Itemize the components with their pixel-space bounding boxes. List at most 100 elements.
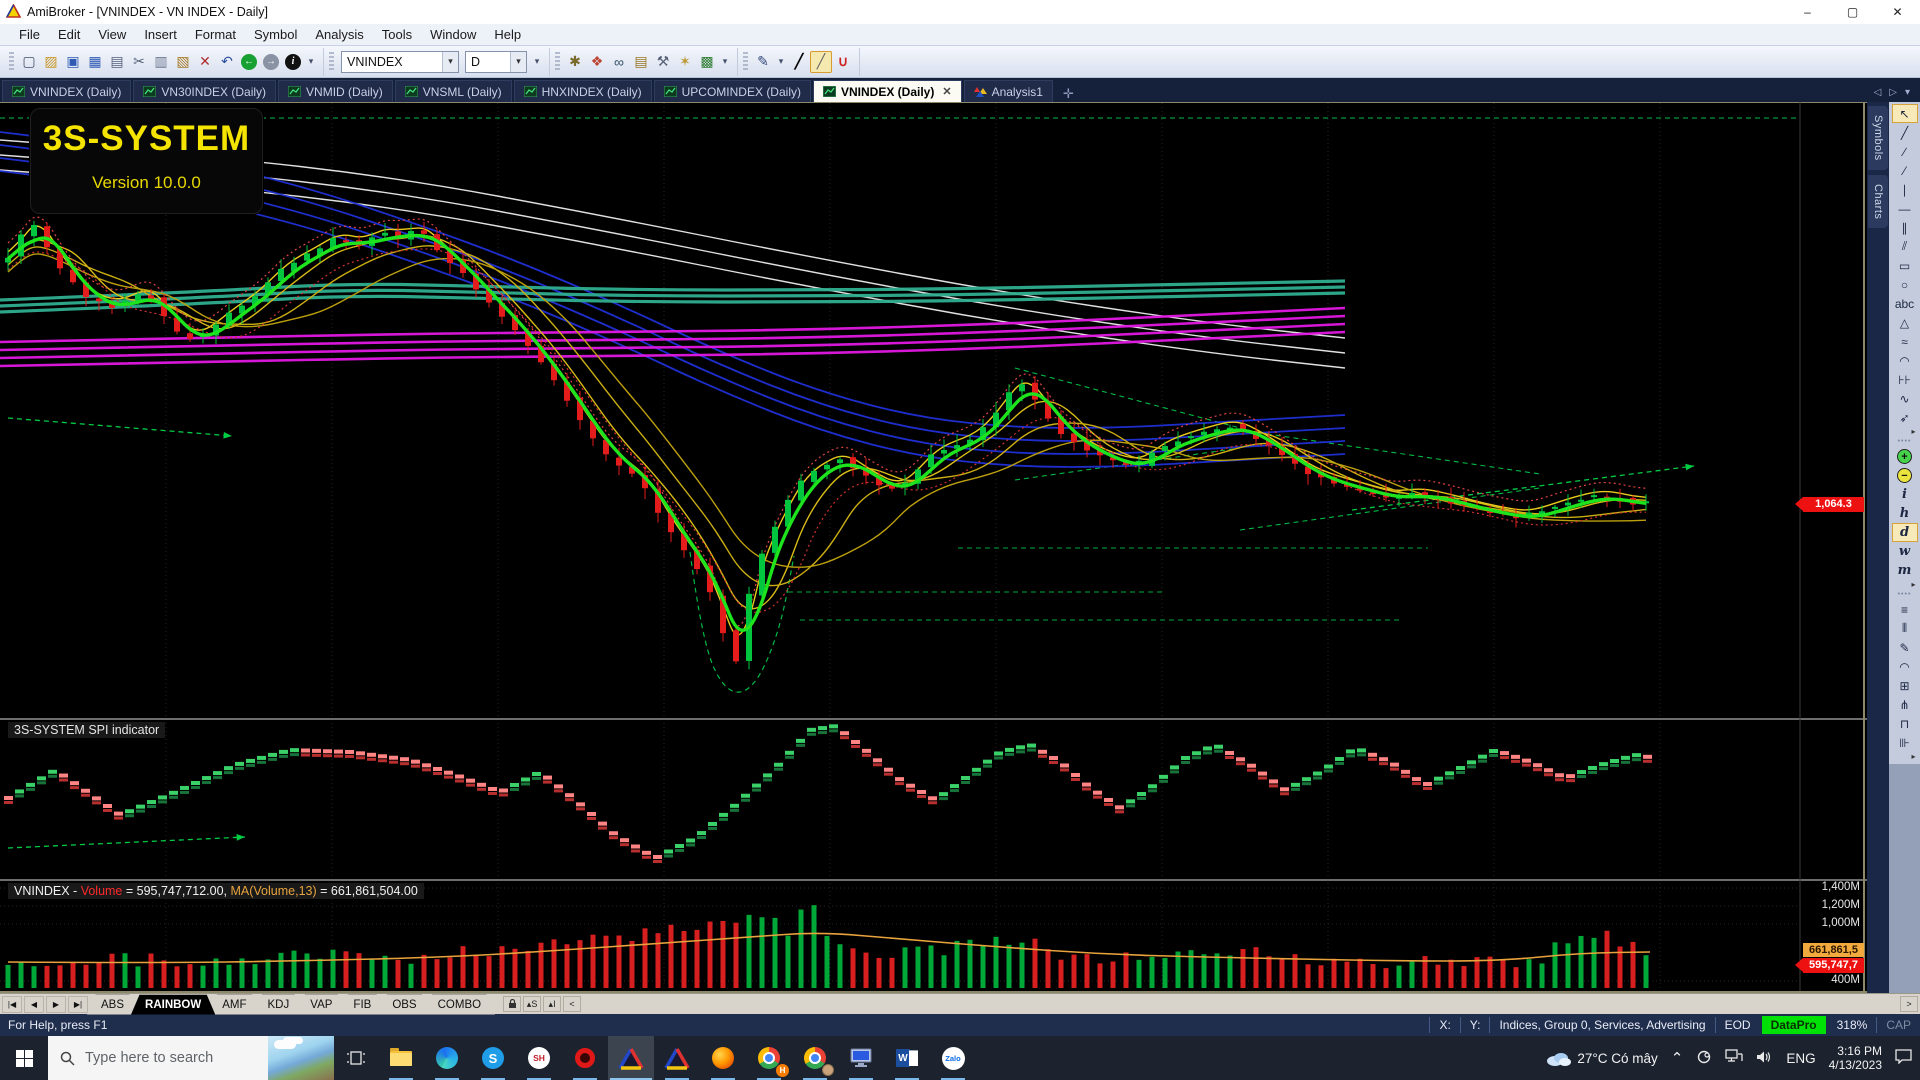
arc-tool-icon[interactable]: ◠ xyxy=(1892,351,1918,370)
minimize-button[interactable]: – xyxy=(1785,0,1830,24)
sheet-tab[interactable]: FIB xyxy=(339,994,385,1015)
magnet-snap-button[interactable]: ∪ xyxy=(832,51,854,73)
taskbar-chrome-h[interactable]: H xyxy=(746,1036,792,1080)
sheet-tab[interactable]: COMBO xyxy=(424,994,495,1015)
menu-item[interactable]: File xyxy=(10,24,49,46)
interval-combobox[interactable]: D ▾ xyxy=(465,51,527,73)
toolbar-grip[interactable] xyxy=(329,52,334,72)
chevron-down-icon[interactable]: ▾ xyxy=(510,52,526,72)
save-icon[interactable]: ▣ xyxy=(62,51,84,73)
cycle-lines-tool-icon[interactable]: ⊪ xyxy=(1892,733,1918,752)
chart-tab[interactable]: VNSML (Daily) ✕ xyxy=(395,80,512,102)
chart-tab[interactable]: VN30INDEX (Daily) ✕ xyxy=(133,80,276,102)
menu-item[interactable]: Symbol xyxy=(245,24,306,46)
text-tool-icon[interactable]: abc xyxy=(1892,294,1918,313)
menu-item[interactable]: Analysis xyxy=(306,24,372,46)
taskbar-zalo[interactable]: Zalo xyxy=(930,1036,976,1080)
taskbar-file-explorer[interactable] xyxy=(378,1036,424,1080)
sheet-first-button[interactable]: |◀ xyxy=(2,996,22,1013)
gann-box-tool-icon[interactable]: ⊓ xyxy=(1892,714,1918,733)
toolbar-grip[interactable]: •••• xyxy=(1898,592,1912,600)
sheet-last-button[interactable]: ▶| xyxy=(68,996,88,1013)
view-glasses-icon[interactable]: ∞ xyxy=(608,51,630,73)
taskbar-edge[interactable] xyxy=(424,1036,470,1080)
menu-item[interactable]: Window xyxy=(421,24,485,46)
pitchfork-tool-icon[interactable]: ⫽ xyxy=(1892,237,1918,256)
toolbar-overflow-button[interactable]: ▾ xyxy=(530,51,544,73)
pencil-dropdown-button[interactable]: ▾ xyxy=(774,51,788,73)
triangle-tool-icon[interactable]: △ xyxy=(1892,313,1918,332)
toolbar-grip[interactable] xyxy=(555,52,560,72)
extended-line-tool-icon[interactable]: ⁄ xyxy=(1892,161,1918,180)
print-icon[interactable]: ▤ xyxy=(106,51,128,73)
sheet-tab[interactable]: AMF xyxy=(208,994,260,1015)
arrow-marker-tool-icon[interactable]: ➶ xyxy=(1892,408,1918,427)
save-all-icon[interactable]: ▦ xyxy=(84,51,106,73)
cut-icon[interactable]: ✂ xyxy=(128,51,150,73)
pointer-tool-icon[interactable]: ↖ xyxy=(1892,104,1918,123)
pencil-draw-button[interactable]: ✎ xyxy=(752,51,774,73)
delete-icon[interactable]: ✕ xyxy=(194,51,216,73)
dotted-line-tool-button[interactable]: ╱ xyxy=(810,51,832,73)
parameters-icon[interactable]: ✱ xyxy=(564,51,586,73)
wand-icon[interactable]: ✶ xyxy=(674,51,696,73)
insert-section-button[interactable]: ▴S xyxy=(523,996,541,1012)
chart-tab[interactable]: Analysis1 ✕ xyxy=(964,80,1053,102)
taskbar-remote-desktop[interactable] xyxy=(838,1036,884,1080)
action-center-button[interactable] xyxy=(1895,1049,1912,1067)
new-file-icon[interactable]: ▢ xyxy=(18,51,40,73)
task-view-button[interactable] xyxy=(334,1036,378,1080)
ray-tool-icon[interactable]: ∕ xyxy=(1892,142,1918,161)
chart-image-icon[interactable]: ▩ xyxy=(696,51,718,73)
volume-icon[interactable] xyxy=(1756,1050,1773,1067)
weather-status[interactable]: 27°C Có mây xyxy=(1545,1050,1657,1066)
menu-item[interactable]: Insert xyxy=(135,24,186,46)
toolbar-overflow-button[interactable]: ▾ xyxy=(304,51,318,73)
search-input[interactable]: Type here to search xyxy=(48,1036,334,1080)
chart-tab[interactable]: VNMID (Daily) ✕ xyxy=(278,80,393,102)
taskbar-chrome-profile[interactable] xyxy=(792,1036,838,1080)
close-button[interactable]: ✕ xyxy=(1875,0,1920,24)
sheet-tab[interactable]: OBS xyxy=(378,994,430,1015)
interval-intraday-button[interactable]: i xyxy=(1892,485,1918,504)
tray-expand-button[interactable]: ⌃ xyxy=(1671,1049,1684,1067)
tab-menu-button[interactable]: ▾ xyxy=(1905,87,1910,98)
fib-levels-tool-icon[interactable]: ≡ xyxy=(1892,600,1918,619)
toolbar-overflow-button[interactable]: ▾ xyxy=(718,51,732,73)
interval-weekly-button[interactable]: w xyxy=(1892,542,1918,561)
parallel-lines-tool-icon[interactable]: ∥ xyxy=(1892,218,1918,237)
toolbar-grip[interactable] xyxy=(743,52,748,72)
sheet-tab[interactable]: RAINBOW xyxy=(131,994,215,1015)
clock[interactable]: 3:16 PM 4/13/2023 xyxy=(1829,1044,1882,1072)
taskbar-firefox[interactable] xyxy=(700,1036,746,1080)
sheet-tab[interactable]: KDJ xyxy=(254,994,304,1015)
sheet-next-button[interactable]: ▶ xyxy=(46,996,66,1013)
taskbar-amibroker-active[interactable] xyxy=(608,1036,654,1080)
back-button[interactable]: ← xyxy=(238,51,260,73)
solid-line-tool-button[interactable]: ╱ xyxy=(788,51,810,73)
sidebar-tab-symbols[interactable]: Symbols xyxy=(1868,106,1888,170)
ellipse-tool-icon[interactable]: ○ xyxy=(1892,275,1918,294)
chart-tab[interactable]: VNINDEX (Daily) ✕ xyxy=(2,80,131,102)
copy-icon[interactable]: ▥ xyxy=(150,51,172,73)
horizontal-segment-tool-icon[interactable]: — xyxy=(1892,199,1918,218)
lock-sheet-button[interactable] xyxy=(503,996,521,1012)
taskbar-amibroker-2[interactable] xyxy=(654,1036,700,1080)
insert-indicator-button[interactable]: ▴I xyxy=(543,996,561,1012)
rectangle-tool-icon[interactable]: ▭ xyxy=(1892,256,1918,275)
taskbar-word[interactable]: W xyxy=(884,1036,930,1080)
sheet-tab[interactable]: ABS xyxy=(87,994,138,1015)
zoom-in-button[interactable]: + xyxy=(1892,447,1918,466)
sheet-tab[interactable]: VAP xyxy=(296,994,346,1015)
taskbar-ssi[interactable]: SH xyxy=(516,1036,562,1080)
language-indicator[interactable]: ENG xyxy=(1786,1051,1815,1066)
fib-timezone-tool-icon[interactable]: ⦀ xyxy=(1892,619,1918,638)
notes-icon[interactable]: ▤ xyxy=(630,51,652,73)
start-button[interactable] xyxy=(0,1036,48,1080)
interval-hourly-button[interactable]: h xyxy=(1892,504,1918,523)
onedrive-icon[interactable] xyxy=(1696,1050,1712,1067)
toolbar-expand-button[interactable]: ▸ xyxy=(1892,752,1918,764)
draw-pencil-tool-icon[interactable]: ✎ xyxy=(1892,638,1918,657)
chart-tab[interactable]: VNINDEX (Daily) ✕ xyxy=(813,80,962,102)
fib-grid-tool-icon[interactable]: ⊞ xyxy=(1892,676,1918,695)
